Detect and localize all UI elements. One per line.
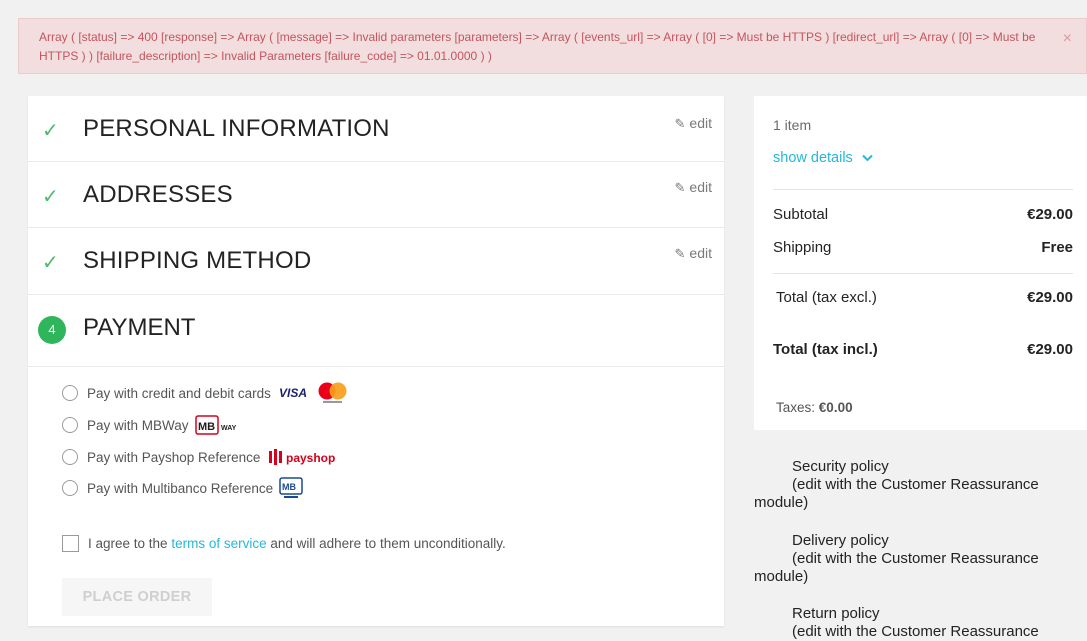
reassurance-title: Delivery policy: [792, 532, 889, 549]
radio-button[interactable]: [62, 385, 78, 401]
option-label: Pay with MBWay: [87, 417, 189, 433]
pencil-icon: ✎: [674, 180, 686, 195]
terms-checkbox[interactable]: [62, 535, 79, 552]
terms-suffix: and will adhere to them unconditionally.: [270, 536, 506, 551]
chevron-down-icon: [862, 150, 873, 166]
edit-button[interactable]: ✎ edit: [675, 179, 712, 196]
step-number-badge: 4: [38, 316, 66, 344]
reassurance-note-end: module): [754, 568, 809, 585]
terms-agreement: I agree to the terms of service and will…: [62, 535, 506, 552]
svg-text:MB: MB: [198, 421, 215, 433]
multibanco-logo: MB: [279, 476, 303, 500]
svg-text:VISA: VISA: [279, 386, 307, 400]
divider: [28, 366, 724, 367]
edit-button[interactable]: ✎ edit: [675, 115, 712, 132]
visa-mastercard-logo: VISA: [277, 381, 353, 405]
error-message: Array ( [status] => 400 [response] => Ar…: [39, 30, 1036, 63]
step-personal-information: ✓ PERSONAL INFORMATION ✎ edit: [28, 96, 724, 162]
divider: [773, 189, 1073, 190]
checkout-steps: ✓ PERSONAL INFORMATION ✎ edit ✓ ADDRESSES…: [28, 96, 724, 626]
reassurance-note: (edit with the Customer Reassurance: [792, 623, 1039, 640]
error-alert: Array ( [status] => 400 [response] => Ar…: [18, 18, 1087, 74]
item-count: 1 item: [773, 117, 812, 133]
pencil-icon: ✎: [674, 116, 686, 131]
step-title: SHIPPING METHOD: [83, 247, 312, 274]
reassurance-delivery: Delivery policy (edit with the Customer …: [754, 532, 1087, 586]
mbway-logo: MB WAY: [194, 414, 239, 436]
reassurance-title: Return policy: [792, 605, 880, 622]
reassurance-note: (edit with the Customer Reassurance: [792, 476, 1039, 493]
reassurance-note: (edit with the Customer Reassurance: [792, 550, 1039, 567]
step-title: PERSONAL INFORMATION: [83, 115, 390, 142]
radio-button[interactable]: [62, 417, 78, 433]
payment-option-card[interactable]: Pay with credit and debit cards VISA: [62, 382, 353, 404]
svg-text:MB: MB: [282, 482, 296, 492]
cart-summary: 1 item show details Subtotal €29.00 Ship…: [754, 96, 1087, 430]
place-order-button[interactable]: PLACE ORDER: [62, 578, 212, 616]
pencil-icon: ✎: [674, 246, 686, 261]
payment-option-mbway[interactable]: Pay with MBWay MB WAY: [62, 414, 239, 436]
radio-button[interactable]: [62, 449, 78, 465]
payment-option-payshop[interactable]: Pay with Payshop Reference payshop: [62, 446, 342, 468]
edit-button[interactable]: ✎ edit: [675, 245, 712, 262]
svg-text:payshop: payshop: [286, 451, 335, 465]
svg-text:WAY: WAY: [221, 425, 237, 432]
reassurance-security: Security policy (edit with the Customer …: [754, 458, 1087, 512]
option-label: Pay with credit and debit cards: [87, 385, 271, 401]
radio-button[interactable]: [62, 480, 78, 496]
taxes-line: Taxes: €0.00: [776, 400, 853, 415]
reassurance-title: Security policy: [792, 458, 889, 475]
checkmark-icon: ✓: [42, 186, 59, 208]
step-title: ADDRESSES: [83, 181, 233, 208]
checkmark-icon: ✓: [42, 252, 59, 274]
payment-option-multibanco[interactable]: Pay with Multibanco Reference MB: [62, 477, 303, 499]
terms-prefix: I agree to the: [88, 536, 168, 551]
payment-title: PAYMENT: [83, 314, 196, 341]
payshop-logo: payshop: [266, 446, 342, 468]
step-addresses: ✓ ADDRESSES ✎ edit: [28, 162, 724, 228]
close-icon[interactable]: ×: [1063, 29, 1072, 48]
terms-of-service-link[interactable]: terms of service: [171, 536, 266, 551]
option-label: Pay with Multibanco Reference: [87, 480, 274, 496]
option-label: Pay with Payshop Reference: [87, 449, 261, 465]
checkmark-icon: ✓: [42, 120, 59, 142]
show-details-link[interactable]: show details: [773, 150, 873, 166]
reassurance-note-end: module): [754, 494, 809, 511]
divider: [773, 273, 1073, 274]
step-shipping-method: ✓ SHIPPING METHOD ✎ edit: [28, 228, 724, 295]
